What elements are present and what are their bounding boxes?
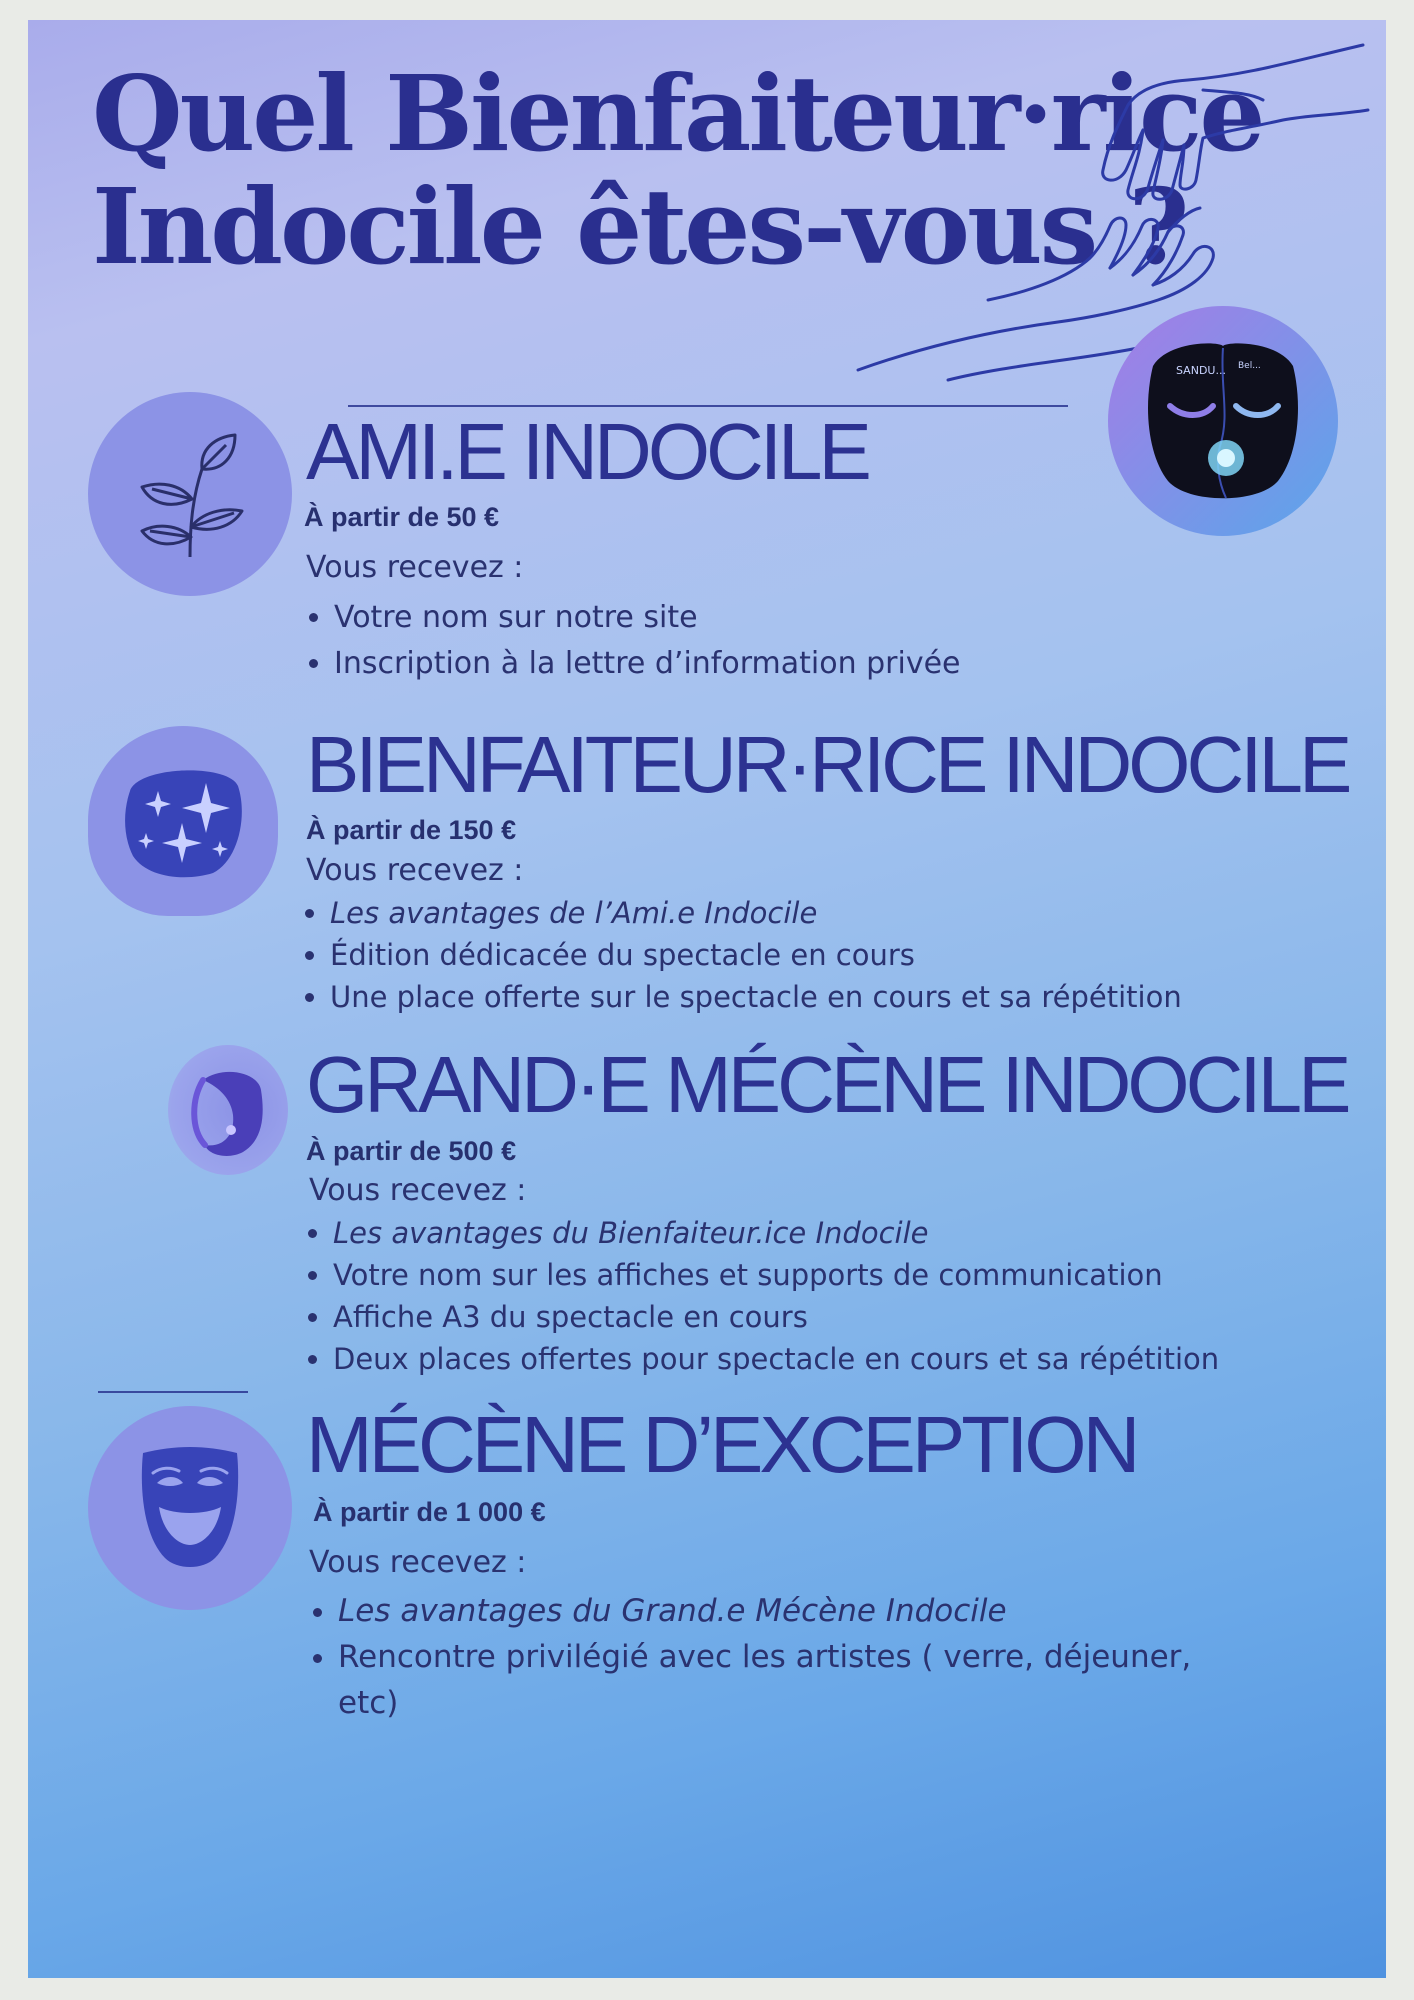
list-item: Affiche A3 du spectacle en cours — [333, 1296, 1219, 1338]
list-item: Deux places offertes pour spectacle en c… — [333, 1338, 1219, 1380]
tier-2-name: BIENFAITEUR·RICE INDOCILE — [306, 720, 1352, 809]
tier-1-icon-circle — [88, 392, 292, 596]
tier-4-icon-circle — [88, 1406, 292, 1610]
list-item: Inscription à la lettre d’information pr… — [334, 641, 961, 687]
mask-logo: SANDU... Bel... — [1108, 306, 1338, 536]
tier-2-icon-circle — [88, 726, 278, 916]
theater-mask-icon — [141, 1447, 239, 1567]
list-item: Rencontre privilégié avec les artistes (… — [338, 1634, 1198, 1726]
tier-1-name: AMI.E INDOCILE — [306, 407, 872, 496]
tier-3-intro: Vous recevez : — [309, 1173, 527, 1208]
tier-1-intro: Vous recevez : — [306, 550, 524, 585]
leaf-sprig-icon — [140, 433, 244, 558]
tier-2-intro: Vous recevez : — [306, 853, 524, 888]
two-face-mask-icon: SANDU... Bel... — [1148, 343, 1298, 499]
tier-3-price: À partir de 500 € — [306, 1136, 517, 1166]
tier-3-name: GRAND·E MÉCÈNE INDOCILE — [306, 1040, 1351, 1129]
mask-label-right: Bel... — [1238, 361, 1261, 371]
list-item: Votre nom sur les affiches et supports d… — [333, 1254, 1219, 1296]
sparkles-icon — [125, 770, 242, 878]
tier-2-benefits: Les avantages de l’Ami.e Indocile Éditio… — [274, 892, 1182, 1018]
tier-1-price: À partir de 50 € — [304, 502, 500, 532]
tier-3-benefits: Les avantages du Bienfaiteur.ice Indocil… — [277, 1212, 1219, 1380]
tier-4-price: À partir de 1 000 € — [313, 1497, 546, 1527]
tier-4-name: MÉCÈNE D’EXCEPTION — [306, 1400, 1140, 1489]
poster: Quel Bienfaiteur·rice Indocile êtes-vous… — [28, 20, 1386, 1978]
tier-3-icon-circle — [168, 1045, 288, 1175]
list-item: Les avantages de l’Ami.e Indocile — [330, 892, 1182, 934]
divider-left — [98, 1391, 248, 1393]
list-item: Une place offerte sur le spectacle en co… — [330, 976, 1182, 1018]
list-item: Édition dédicacée du spectacle en cours — [330, 934, 1182, 976]
list-item: Votre nom sur notre site — [334, 595, 961, 641]
tier-1-benefits: Votre nom sur notre site Inscription à l… — [278, 595, 961, 687]
tier-2-price: À partir de 150 € — [306, 815, 517, 845]
tier-4-benefits: Les avantages du Grand.e Mécène Indocile… — [282, 1588, 1318, 1726]
list-item: Les avantages du Bienfaiteur.ice Indocil… — [333, 1212, 1219, 1254]
list-item: Les avantages du Grand.e Mécène Indocile — [338, 1588, 1318, 1634]
moon-icon — [191, 1071, 263, 1156]
tier-4-intro: Vous recevez : — [309, 1545, 527, 1580]
mask-label-left: SANDU... — [1176, 364, 1226, 377]
